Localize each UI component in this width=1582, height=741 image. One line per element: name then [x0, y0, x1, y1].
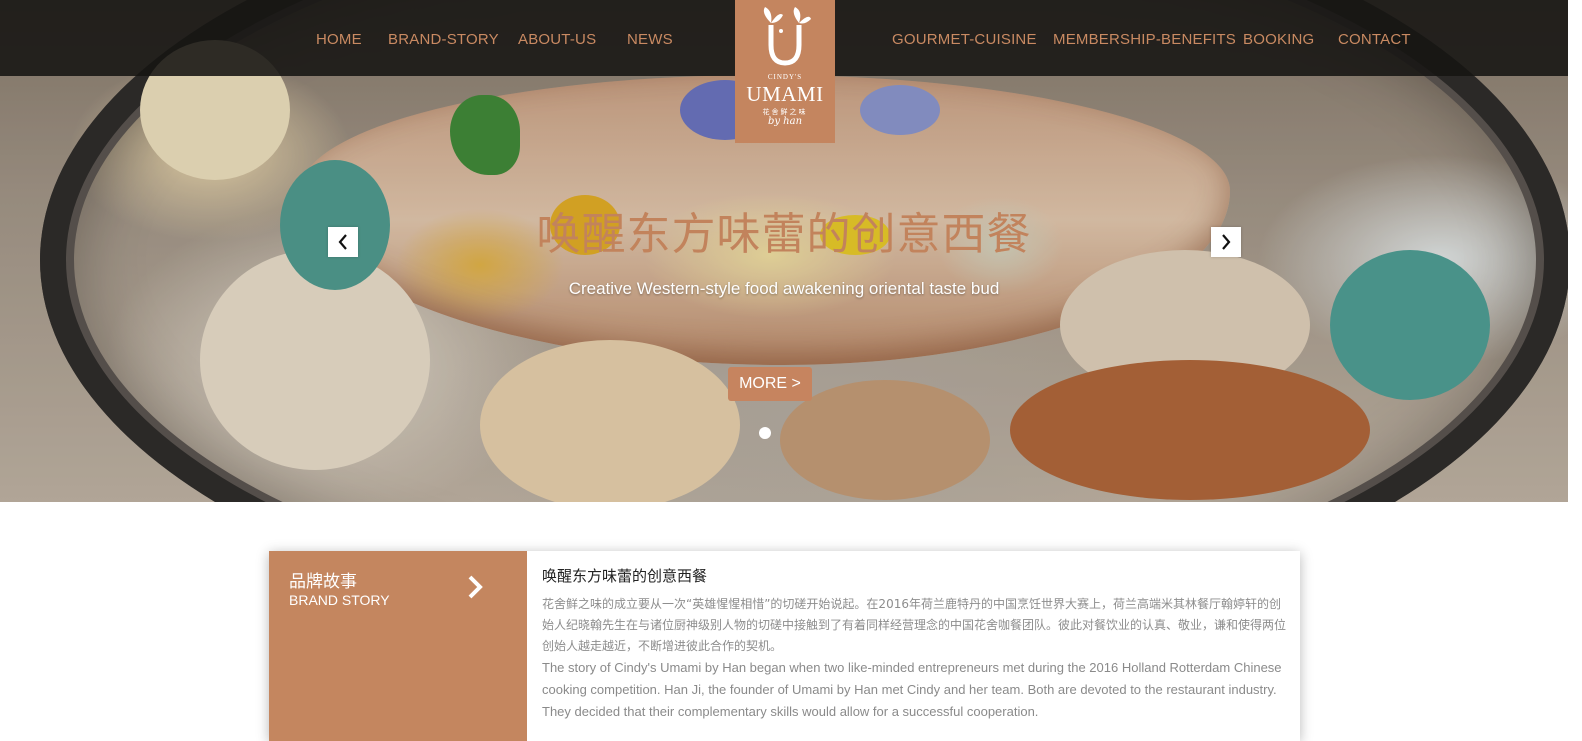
nav-home[interactable]: HOME	[316, 31, 362, 48]
umami-logo-icon	[763, 7, 811, 66]
brand-story-text-en: The story of Cindy's Umami by Han began …	[542, 660, 1282, 719]
nav-news[interactable]: NEWS	[627, 31, 673, 48]
logo-small-text: CINDY'S	[767, 73, 803, 81]
brand-story-tab[interactable]: 品牌故事 BRAND STORY	[269, 551, 527, 741]
nav-brand-story[interactable]: BRAND-STORY	[388, 31, 499, 48]
logo-script: by han	[767, 116, 803, 127]
brand-story-text-cn: 花舍鲜之味的成立要从一次“英雄惺惺相惜”的切磋开始说起。在2016年荷兰鹿特丹的…	[542, 597, 1287, 653]
nav-gourmet-cuisine[interactable]: GOURMET-CUISINE	[892, 31, 1037, 48]
carousel-dot[interactable]	[759, 427, 771, 439]
page-right-edge	[1568, 0, 1582, 737]
carousel-next-button[interactable]	[1211, 227, 1241, 257]
brand-story-panel: 品牌故事 BRAND STORY 唤醒东方味蕾的创意西餐 花舍鲜之味的成立要从一…	[269, 551, 1300, 741]
nav-booking[interactable]: BOOKING	[1243, 31, 1314, 48]
brand-logo[interactable]: CINDY'S UMAMI 花舍鲜之味 by han	[735, 0, 835, 143]
nav-contact[interactable]: CONTACT	[1338, 31, 1411, 48]
nav-about-us[interactable]: ABOUT-US	[518, 31, 596, 48]
brand-story-heading: 唤醒东方味蕾的创意西餐	[542, 567, 708, 585]
carousel-prev-button[interactable]	[328, 227, 358, 257]
brand-story-tab-en: BRAND STORY	[289, 592, 390, 608]
chevron-left-icon	[338, 234, 347, 250]
nav-membership-benefits[interactable]: MEMBERSHIP-BENEFITS	[1053, 31, 1236, 48]
brand-story-tab-cn: 品牌故事	[289, 572, 357, 592]
logo-name: UMAMI	[746, 82, 824, 106]
hero-subtitle: Creative Western-style food awakening or…	[568, 279, 1000, 298]
more-button[interactable]: MORE >	[728, 367, 812, 401]
hero-title: 唤醒东方味蕾的创意西餐	[536, 209, 1032, 260]
chevron-right-icon	[1222, 234, 1231, 250]
brand-story-content: 唤醒东方味蕾的创意西餐 花舍鲜之味的成立要从一次“英雄惺惺相惜”的切磋开始说起。…	[542, 565, 1287, 723]
chevron-right-icon	[468, 575, 483, 599]
